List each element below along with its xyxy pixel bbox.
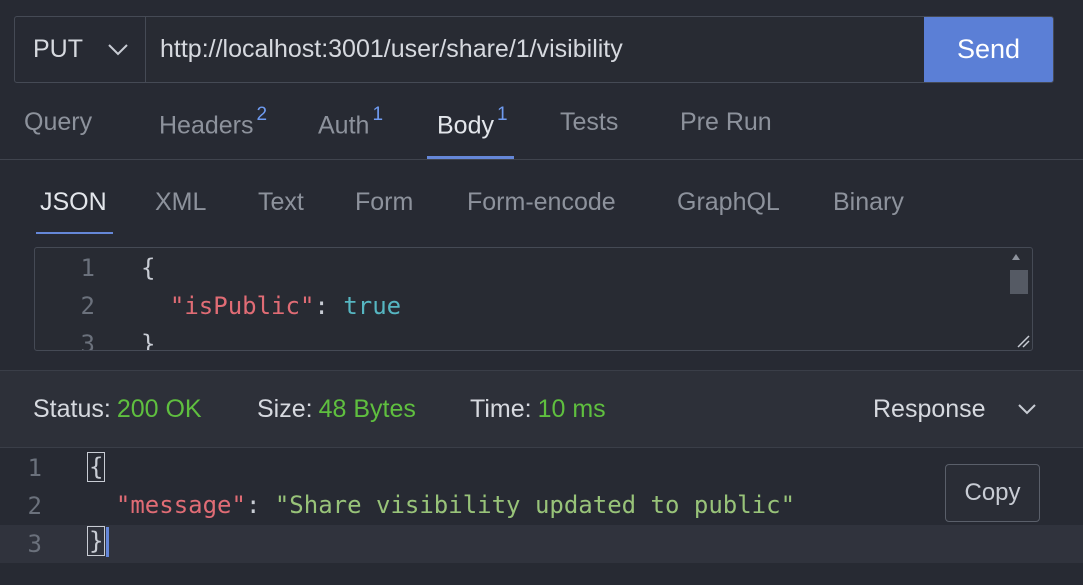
line-number: 2	[80, 292, 95, 320]
response-line: 1 {	[0, 449, 1083, 487]
active-tab-indicator	[427, 156, 514, 159]
tab-badge: 1	[372, 104, 384, 125]
time-value: 10 ms	[537, 395, 606, 423]
status-info: Status: 200 OK	[33, 395, 202, 424]
response-body-viewer[interactable]: 1 { 2 "message": "Share visibility updat…	[0, 449, 1083, 585]
editor-line: 1 {	[35, 254, 1032, 292]
size-value: 48 Bytes	[318, 395, 416, 423]
line-number: 1	[27, 454, 42, 482]
line-number: 3	[80, 330, 95, 351]
json-separator: :	[314, 292, 344, 320]
editor-line: 3 }	[35, 330, 1032, 351]
request-bar: PUT http://localhost:3001/user/share/1/v…	[14, 16, 1054, 83]
response-view-select[interactable]: Response	[873, 395, 1038, 424]
url-input[interactable]: http://localhost:3001/user/share/1/visib…	[146, 17, 924, 82]
method-label: PUT	[33, 35, 83, 63]
matched-brace: }	[87, 526, 106, 556]
body-type-label: GraphQL	[677, 188, 780, 216]
method-select[interactable]: PUT	[15, 17, 146, 82]
scroll-up-arrow-icon[interactable]	[1012, 254, 1020, 260]
response-status-bar: Status: 200 OK Size: 48 Bytes Time: 10 ms R…	[0, 370, 1083, 448]
json-value: "Share visibility updated to public"	[274, 491, 796, 519]
code-text: {	[87, 452, 106, 482]
status-label: Status:	[33, 395, 111, 423]
tab-label: Auth	[318, 111, 370, 140]
body-type-text[interactable]: Text	[258, 188, 304, 217]
response-line-current: 3 }	[0, 525, 1083, 563]
tab-headers[interactable]: Headers 2	[159, 104, 267, 158]
tab-tests[interactable]: Tests	[560, 108, 618, 158]
resize-handle-icon[interactable]	[1016, 334, 1030, 348]
tab-badge: 1	[496, 104, 508, 125]
code-text: }	[141, 330, 156, 351]
tab-query[interactable]: Query	[24, 108, 92, 158]
copy-button[interactable]: Copy	[945, 464, 1040, 522]
json-key: "message"	[115, 491, 246, 519]
scrollbar-thumb[interactable]	[1010, 270, 1028, 294]
time-label: Time:	[470, 395, 532, 423]
json-key: "isPublic"	[169, 292, 315, 320]
code-text: "message": "Share visibility updated to …	[87, 491, 795, 519]
tab-badge: 2	[256, 104, 268, 125]
body-type-label: JSON	[40, 188, 107, 216]
code-text: "isPublic": true	[141, 292, 401, 320]
chevron-down-icon	[1017, 403, 1036, 414]
request-body-editor[interactable]: 1 { 2 "isPublic": true 3 }	[34, 247, 1033, 351]
text-cursor	[106, 527, 110, 557]
tab-label: Pre Run	[680, 108, 772, 136]
json-value: true	[343, 292, 402, 320]
chevron-down-icon	[108, 43, 128, 55]
body-type-label: XML	[155, 188, 207, 216]
body-type-binary[interactable]: Binary	[833, 188, 904, 217]
tab-body[interactable]: Body 1	[427, 104, 514, 159]
status-value: 200 OK	[116, 395, 202, 423]
response-view-label: Response	[873, 395, 986, 423]
response-line: 2 "message": "Share visibility updated t…	[0, 487, 1083, 525]
body-type-xml[interactable]: XML	[155, 188, 206, 217]
send-button[interactable]: Send	[924, 17, 1053, 82]
time-info: Time: 10 ms	[470, 395, 606, 424]
line-number: 3	[27, 530, 42, 558]
size-label: Size:	[257, 395, 313, 423]
code-text: }	[87, 526, 110, 557]
body-type-json[interactable]: JSON	[36, 188, 113, 234]
request-tabs: Query Headers 2 Auth 1 Body 1 Tests Pre Run	[0, 98, 1083, 160]
size-info: Size: 48 Bytes	[257, 395, 416, 424]
line-number: 2	[27, 492, 42, 520]
tab-auth[interactable]: Auth 1	[318, 104, 383, 158]
body-type-label: Binary	[833, 188, 904, 216]
body-type-tabs: JSON XML Text Form Form-encode GraphQL B…	[0, 182, 1083, 234]
tab-label: Query	[24, 108, 93, 136]
body-type-form-encode[interactable]: Form-encode	[467, 188, 616, 217]
tab-pre-run[interactable]: Pre Run	[680, 108, 772, 158]
body-type-graphql[interactable]: GraphQL	[677, 188, 780, 217]
line-number: 1	[80, 254, 95, 282]
body-type-label: Text	[258, 188, 304, 216]
code-text: {	[141, 254, 156, 282]
matched-brace: {	[87, 452, 106, 482]
body-type-label: Form	[355, 188, 414, 216]
tab-label: Tests	[560, 108, 619, 136]
tab-label: Body	[437, 111, 494, 140]
editor-line: 2 "isPublic": true	[35, 292, 1032, 330]
body-type-label: Form-encode	[467, 188, 616, 216]
body-type-form[interactable]: Form	[355, 188, 413, 217]
json-separator: :	[245, 491, 275, 519]
active-body-type-indicator	[36, 232, 113, 234]
tab-label: Headers	[159, 111, 254, 140]
